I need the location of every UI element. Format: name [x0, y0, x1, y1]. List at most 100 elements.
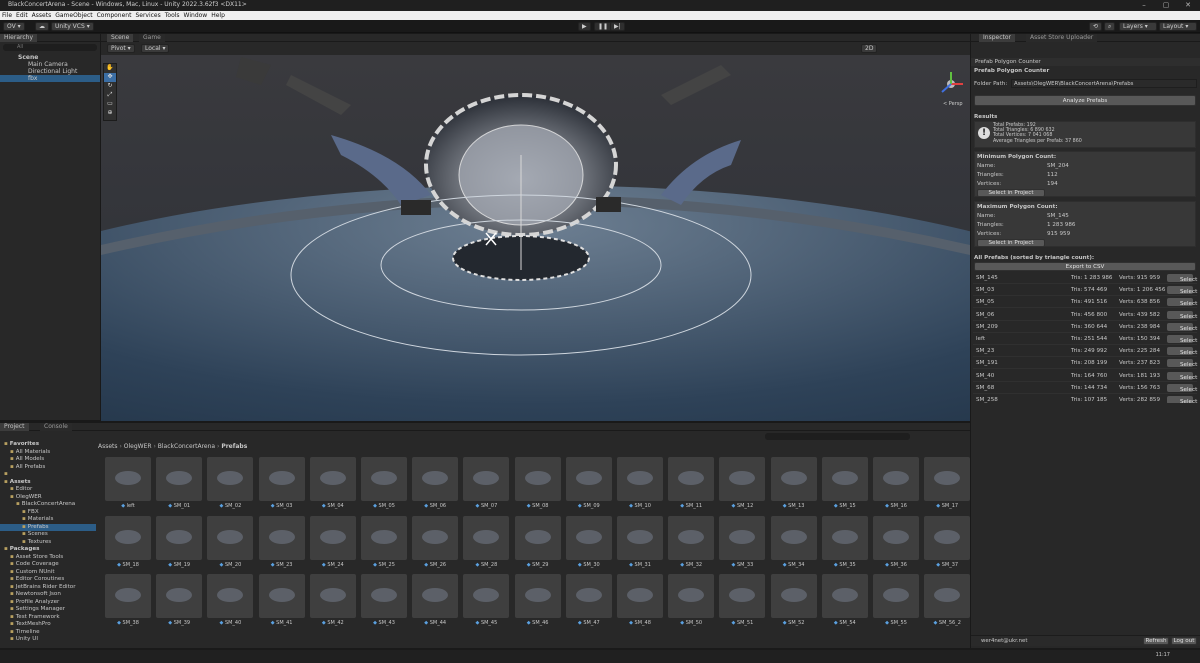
transform-tool-icon[interactable]: ⊕ [104, 109, 116, 118]
hierarchy-item-scene[interactable]: Scene [0, 54, 100, 61]
menu-assets[interactable]: Assets [30, 11, 54, 20]
asset-item[interactable]: ◆ SM_31 [617, 515, 663, 570]
prefab-row-select-button[interactable]: Select [1167, 383, 1197, 393]
scene-viewport[interactable]: ✋ ✥ ↻ ⤢ ▭ ⊕ < Persp [101, 55, 970, 421]
account-button[interactable]: OV ▾ [3, 22, 25, 31]
project-tree-item[interactable]: ▪ Editor Coroutines [0, 576, 96, 583]
project-tree-item[interactable]: ▪ TextMeshPro [0, 621, 96, 628]
crumb-assets[interactable]: Assets [98, 443, 118, 450]
asset-item[interactable]: ◆ SM_44 [412, 574, 459, 628]
project-tree-item[interactable]: ▪ Textures [0, 539, 96, 546]
analyze-prefabs-button[interactable]: Analyze Prefabs [974, 95, 1196, 106]
asset-item[interactable]: ◆ SM_15 [821, 457, 868, 511]
scale-tool-icon[interactable]: ⤢ [104, 91, 116, 100]
asset-item[interactable]: ◆ SM_36 [873, 515, 919, 570]
asset-item[interactable]: ◆ SM_18 [105, 515, 151, 570]
project-tree-item[interactable]: ▪ Editor [0, 486, 96, 493]
minimize-icon[interactable]: – [1136, 0, 1152, 11]
move-tool-icon[interactable]: ✥ [104, 73, 116, 82]
project-tree-item[interactable]: ▪ All Materials [0, 449, 96, 456]
asset-item[interactable]: ◆ SM_25 [361, 515, 407, 570]
project-tree-item[interactable]: ▪ JetBrains Rider Editor [0, 584, 96, 591]
project-tree-item[interactable]: ▪ Newtonsoft Json [0, 591, 96, 598]
asset-item[interactable]: ◆ SM_41 [258, 574, 305, 628]
menu-component[interactable]: Component [95, 11, 134, 20]
prefab-row-select-button[interactable]: Select [1167, 322, 1197, 332]
rotate-tool-icon[interactable]: ↻ [104, 82, 116, 91]
layers-dropdown[interactable]: Layers ▾ [1119, 22, 1157, 31]
asset-item[interactable]: ◆ SM_26 [412, 515, 459, 570]
project-tree-item[interactable]: ▪ Custom NUnit [0, 569, 96, 576]
asset-item[interactable]: ◆ SM_54 [821, 574, 868, 628]
hierarchy-item-directional-light[interactable]: Directional Light [0, 68, 100, 75]
export-csv-button[interactable]: Export to CSV [974, 262, 1196, 271]
maximize-icon[interactable]: ▢ [1158, 0, 1174, 11]
asset-item[interactable]: ◆ SM_29 [514, 515, 561, 570]
step-button[interactable]: ▶| [610, 22, 625, 31]
local-dropdown[interactable]: Local ▾ [141, 44, 170, 53]
asset-item[interactable]: ◆ SM_11 [668, 457, 715, 511]
project-tree-item[interactable]: ▪ [0, 471, 96, 478]
asset-item[interactable]: ◆ SM_12 [719, 457, 766, 511]
asset-item[interactable]: ◆ SM_38 [105, 574, 151, 628]
asset-item[interactable]: ◆ SM_45 [463, 574, 510, 628]
hierarchy-item-main-camera[interactable]: Main Camera [0, 61, 100, 68]
search-button[interactable]: ⌕ [1104, 22, 1116, 31]
asset-item[interactable]: ◆ SM_43 [361, 574, 407, 628]
asset-item[interactable]: ◆ SM_48 [617, 574, 663, 628]
asset-item[interactable]: ◆ SM_04 [309, 457, 356, 511]
asset-item[interactable]: ◆ SM_13 [770, 457, 817, 511]
project-tree-item[interactable]: ▪ Timeline [0, 629, 96, 636]
menu-tools[interactable]: Tools [163, 11, 182, 20]
tab-asset-store-uploader[interactable]: Asset Store Uploader [1026, 34, 1098, 42]
close-icon[interactable]: ✕ [1180, 0, 1196, 11]
asset-item[interactable]: ◆ SM_56_2 [924, 574, 970, 628]
asset-item[interactable]: ◆ SM_32 [668, 515, 715, 570]
asset-item[interactable]: ◆ SM_10 [617, 457, 663, 511]
asset-item[interactable]: ◆ SM_09 [565, 457, 612, 511]
project-tree-item[interactable]: ▪ Prefabs [0, 523, 96, 531]
project-tree-item[interactable]: ▪ Code Coverage [0, 561, 96, 568]
asset-item[interactable]: ◆ SM_34 [770, 515, 817, 570]
project-tree-item[interactable]: ▪ Settings Manager [0, 606, 96, 613]
project-tree-item[interactable]: ▪ OlegWER [0, 494, 96, 501]
asset-item[interactable]: ◆ SM_17 [924, 457, 970, 511]
refresh-button[interactable]: Refresh [1143, 637, 1169, 645]
min-select-in-project-button[interactable]: Select in Project [977, 189, 1045, 197]
tab-scene[interactable]: Scene [107, 34, 134, 42]
project-tree-item[interactable]: ▪ FBX [0, 509, 96, 516]
asset-item[interactable]: ◆ SM_47 [565, 574, 612, 628]
folder-path-input[interactable]: Assets\OlegWER\BlackConcertArena\Prefabs [1011, 79, 1197, 88]
menu-edit[interactable]: Edit [14, 11, 30, 20]
hierarchy-item-fbx[interactable]: fbx [0, 75, 100, 82]
asset-item[interactable]: ◆ SM_08 [514, 457, 561, 511]
prefab-row-select-button[interactable]: Select [1167, 310, 1197, 320]
hand-tool-icon[interactable]: ✋ [104, 64, 116, 73]
asset-item[interactable]: ◆ SM_42 [309, 574, 356, 628]
prefab-row-select-button[interactable]: Select [1167, 371, 1197, 381]
asset-item[interactable]: ◆ SM_35 [821, 515, 868, 570]
prefab-row-select-button[interactable]: Select [1167, 335, 1197, 344]
menu-services[interactable]: Services [133, 11, 162, 20]
project-tree-item[interactable]: ▪ All Models [0, 456, 96, 463]
prefab-row-select-button[interactable]: Select [1167, 359, 1197, 368]
asset-item[interactable]: ◆ SM_46 [514, 574, 561, 628]
play-button[interactable]: ▶ [578, 22, 591, 31]
scene-gizmo[interactable] [937, 70, 965, 98]
asset-item[interactable]: ◆ SM_33 [719, 515, 766, 570]
project-search-input[interactable] [765, 433, 910, 440]
asset-item[interactable]: ◆ SM_01 [156, 457, 203, 511]
project-tree-item[interactable]: ▪ Asset Store Tools [0, 554, 96, 561]
tab-inspector[interactable]: Inspector [979, 34, 1015, 42]
asset-item[interactable]: ◆ SM_19 [156, 515, 203, 570]
tab-hierarchy[interactable]: Hierarchy [0, 34, 38, 42]
prefab-row-select-button[interactable]: Select [1167, 347, 1197, 356]
prefab-row-select-button[interactable]: Select [1167, 286, 1197, 295]
asset-item[interactable]: ◆ SM_30 [565, 515, 612, 570]
tab-console[interactable]: Console [40, 423, 72, 431]
menu-file[interactable]: File [0, 11, 14, 20]
rect-tool-icon[interactable]: ▭ [104, 100, 116, 109]
asset-item[interactable]: ◆ SM_50 [668, 574, 715, 628]
hierarchy-search-input[interactable]: All [3, 44, 97, 51]
menu-window[interactable]: Window [182, 11, 210, 20]
